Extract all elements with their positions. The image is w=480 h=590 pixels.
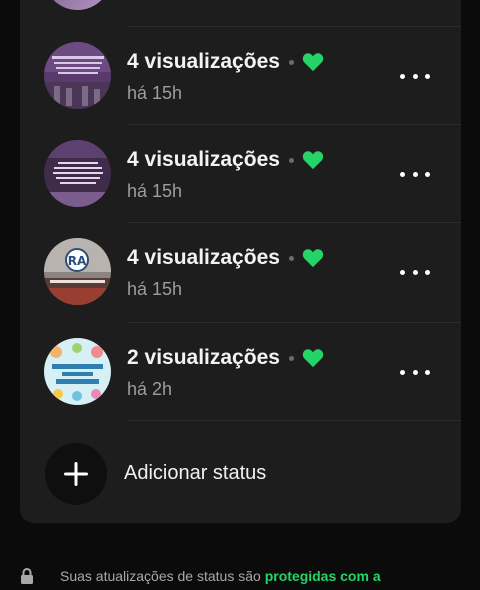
heart-icon bbox=[302, 249, 324, 268]
separator-dot bbox=[288, 355, 294, 361]
heart-icon bbox=[302, 151, 324, 170]
status-thumbnail bbox=[44, 42, 111, 109]
status-thumbnail bbox=[44, 338, 111, 405]
privacy-footer: Suas atualizações de status são protegid… bbox=[20, 566, 480, 590]
separator-dot bbox=[288, 255, 294, 261]
heart-icon bbox=[302, 349, 324, 368]
view-count-text: 4 visualizações bbox=[127, 50, 280, 73]
more-options-icon[interactable] bbox=[400, 362, 430, 382]
view-count: 4 visualizações bbox=[127, 246, 324, 270]
view-count: 2 visualizações bbox=[127, 346, 324, 370]
plus-icon bbox=[64, 462, 88, 486]
add-status-label: Adicionar status bbox=[124, 462, 267, 484]
status-row[interactable]: RA 4 visualizações há 15h bbox=[20, 223, 461, 321]
status-time: há 15h bbox=[127, 83, 183, 103]
status-time: há 2h bbox=[127, 379, 173, 399]
status-row[interactable]: 4 visualizações há 15h bbox=[20, 125, 461, 223]
more-options-icon[interactable] bbox=[400, 164, 430, 184]
separator-dot bbox=[288, 157, 294, 163]
view-count: 4 visualizações bbox=[127, 148, 324, 172]
status-thumbnail bbox=[44, 140, 111, 207]
more-options-icon[interactable] bbox=[400, 262, 430, 282]
status-row[interactable]: 2 visualizações há 2h bbox=[20, 323, 461, 421]
heart-icon bbox=[302, 53, 324, 72]
status-row[interactable]: 4 visualizações há 15h bbox=[20, 27, 461, 125]
add-status-circle[interactable] bbox=[45, 443, 107, 505]
lock-icon bbox=[21, 568, 33, 584]
privacy-text: Suas atualizações de status são protegid… bbox=[60, 568, 381, 584]
svg-text:RA: RA bbox=[68, 254, 87, 268]
view-count-text: 2 visualizações bbox=[127, 346, 280, 369]
more-options-icon[interactable] bbox=[400, 66, 430, 86]
view-count: 4 visualizações bbox=[127, 50, 324, 74]
view-count-text: 4 visualizações bbox=[127, 246, 280, 269]
my-status-card: 4 visualizações há 15h 4 visualizações h… bbox=[20, 0, 461, 523]
view-count-text: 4 visualizações bbox=[127, 148, 280, 171]
status-time: há 15h bbox=[127, 279, 183, 299]
privacy-link[interactable]: protegidas com a bbox=[265, 568, 381, 584]
status-thumbnail bbox=[44, 0, 111, 10]
status-thumbnail: RA bbox=[44, 238, 111, 305]
add-status-button[interactable]: Adicionar status bbox=[20, 431, 461, 511]
row-divider bbox=[127, 420, 461, 421]
status-time: há 15h bbox=[127, 181, 183, 201]
status-row-partial[interactable] bbox=[20, 0, 461, 26]
separator-dot bbox=[288, 59, 294, 65]
privacy-text-body: Suas atualizações de status são bbox=[60, 568, 265, 584]
